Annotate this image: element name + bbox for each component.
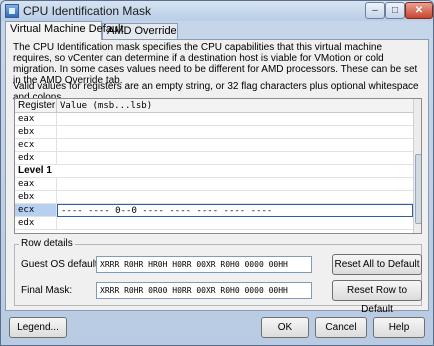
value-cell[interactable] <box>57 217 413 230</box>
register-cell: ebx <box>15 126 57 139</box>
table-row[interactable]: edx <box>15 217 413 230</box>
register-cell: eax <box>15 113 57 126</box>
table-header: Register Value (msb...lsb) <box>15 99 413 113</box>
register-cell: ebx <box>15 191 57 204</box>
register-table: Register Value (msb...lsb) eax ebx ecx e… <box>14 98 422 234</box>
reset-row-button[interactable]: Reset Row to Default <box>332 280 422 315</box>
column-header-value[interactable]: Value (msb...lsb) <box>57 99 413 113</box>
app-window-icon <box>5 4 19 18</box>
value-cell[interactable] <box>57 178 413 191</box>
value-cell[interactable] <box>57 152 413 165</box>
value-cell[interactable] <box>57 113 413 126</box>
cancel-button[interactable]: Cancel <box>315 317 367 338</box>
table-row[interactable]: eax <box>15 113 413 126</box>
table-rows: eax ebx ecx edx Level 1 eax ebx ecx ----… <box>15 113 413 230</box>
table-row-selected[interactable]: ecx ---- ---- 0--0 ---- ---- ---- ---- -… <box>15 204 413 217</box>
maximize-button[interactable]: □ <box>385 2 405 19</box>
close-button[interactable]: ✕ <box>405 2 433 19</box>
table-row[interactable]: eax <box>15 178 413 191</box>
guest-os-default-label: Guest OS default: <box>21 259 101 270</box>
description-text: The CPU Identification mask specifies th… <box>13 42 418 86</box>
register-cell: edx <box>15 152 57 165</box>
scrollbar-thumb[interactable] <box>415 154 421 224</box>
minimize-button[interactable]: – <box>365 2 385 19</box>
table-row[interactable]: ecx <box>15 139 413 152</box>
register-cell: ecx <box>15 139 57 152</box>
table-row[interactable]: ebx <box>15 191 413 204</box>
guest-os-default-field: XRRR R0HR HR0H H0RR 00XR R0H0 0000 00HH <box>96 256 312 273</box>
register-cell: eax <box>15 178 57 191</box>
row-details-group: Row details Guest OS default: XRRR R0HR … <box>14 238 422 315</box>
tab-virtual-machine-default[interactable]: Virtual Machine Default <box>5 21 124 40</box>
register-cell: ecx <box>15 204 57 217</box>
table-row[interactable]: edx <box>15 152 413 165</box>
help-button[interactable]: Help <box>373 317 425 338</box>
tab-panel: The CPU Identification mask specifies th… <box>5 39 429 315</box>
ok-button[interactable]: OK <box>261 317 309 338</box>
table-vertical-scrollbar[interactable] <box>413 99 421 233</box>
final-mask-label: Final Mask: <box>21 285 73 296</box>
level-group-row: Level 1 <box>15 165 413 178</box>
value-cell[interactable] <box>57 126 413 139</box>
row-details-legend: Row details <box>19 238 75 249</box>
title-bar[interactable]: CPU Identification Mask – □ ✕ <box>1 1 433 21</box>
window-title: CPU Identification Mask <box>23 4 152 18</box>
value-cell[interactable] <box>57 139 413 152</box>
value-edit-field[interactable]: ---- ---- 0--0 ---- ---- ---- ---- ---- <box>57 204 413 217</box>
column-header-register[interactable]: Register <box>15 99 57 113</box>
table-row[interactable]: ebx <box>15 126 413 139</box>
reset-all-button[interactable]: Reset All to Default <box>332 254 422 275</box>
register-cell: edx <box>15 217 57 230</box>
level-label: Level 1 <box>18 165 52 176</box>
cpu-id-mask-dialog: CPU Identification Mask – □ ✕ Virtual Ma… <box>0 0 434 346</box>
value-cell[interactable] <box>57 191 413 204</box>
legend-button[interactable]: Legend... <box>9 317 67 338</box>
final-mask-field: XRRR R0HR 0R00 H0RR 00XR R0H0 0000 00HH <box>96 282 312 299</box>
